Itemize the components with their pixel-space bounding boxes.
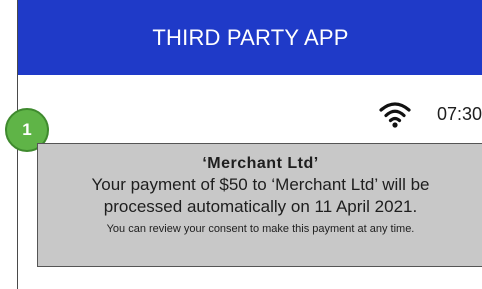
notification-body-line-1: Your payment of $50 to ‘Merchant Ltd’ wi… [91, 175, 430, 194]
notification-title: ‘Merchant Ltd’ [202, 155, 319, 172]
notification-body-line-2: processed automatically on 11 April 2021… [103, 197, 418, 216]
app-header: THIRD PARTY APP [18, 0, 482, 75]
status-bar: 07:30 [379, 98, 482, 130]
app-title: THIRD PARTY APP [152, 24, 349, 50]
wifi-icon [379, 102, 411, 128]
notification-footnote: You can review your consent to make this… [106, 223, 415, 235]
payment-notification[interactable]: ‘Merchant Ltd’ Your payment of $50 to ‘M… [37, 143, 482, 267]
status-time: 07:30 [436, 103, 482, 124]
